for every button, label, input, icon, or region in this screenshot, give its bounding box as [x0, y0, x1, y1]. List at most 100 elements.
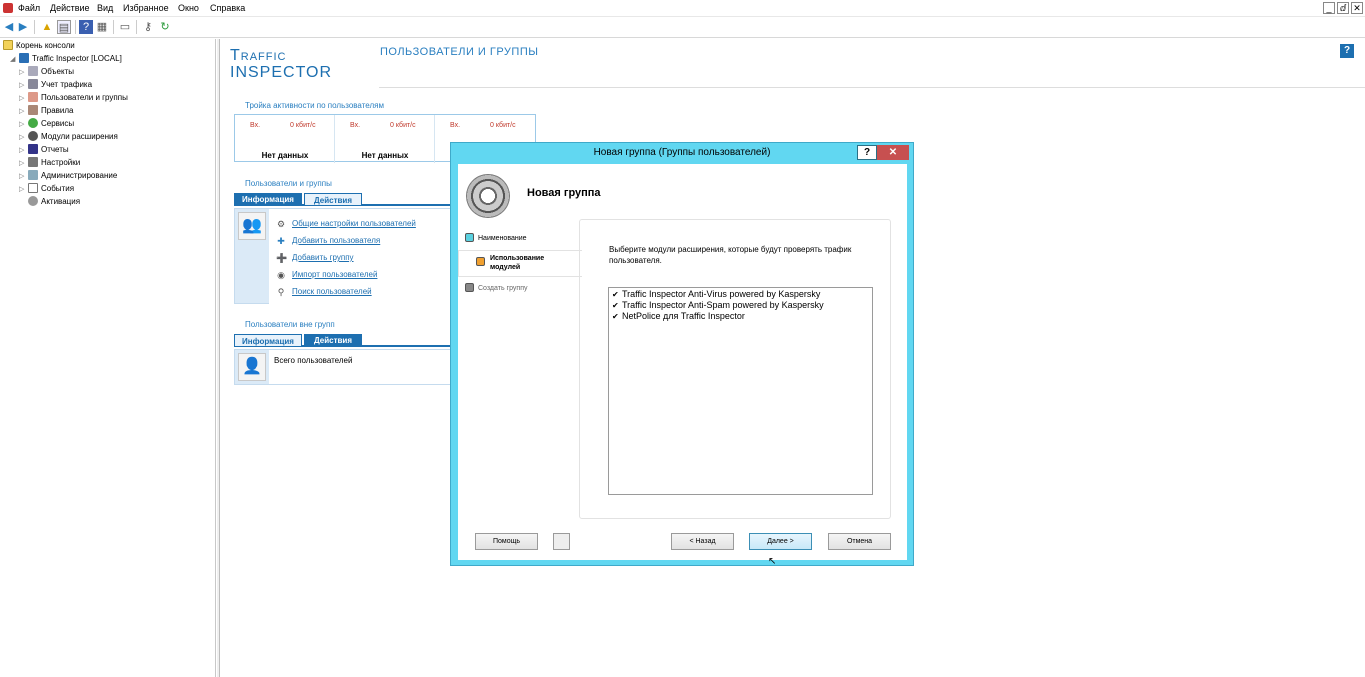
next-button[interactable]: Далее > [749, 533, 812, 550]
menu-file[interactable]: Файл [18, 3, 40, 13]
window-icon[interactable]: ▭ [118, 20, 132, 34]
refresh-icon[interactable]: ↻ [158, 20, 172, 34]
tree-item-settings[interactable]: ▷ Настройки [19, 157, 80, 169]
toolbar-separator [34, 20, 35, 34]
logo-line1: Traffic [230, 47, 287, 64]
expand-icon[interactable]: ▷ [19, 145, 28, 157]
tab-info[interactable]: Информация [234, 193, 302, 206]
add-group-icon: ➕ [276, 253, 288, 263]
add-user-icon: ✚ [277, 236, 285, 246]
step-modules: Использование модулей [458, 250, 582, 277]
properties-icon[interactable]: ▦ [95, 20, 109, 34]
services-icon [28, 118, 38, 128]
toolbar-separator [75, 20, 76, 34]
menu-view[interactable]: Вид [97, 3, 113, 13]
forward-arrow-icon[interactable]: ▶ [16, 20, 30, 34]
show-tree-icon[interactable]: ▤ [57, 20, 71, 34]
close-button[interactable]: ✕ [1351, 2, 1363, 14]
module-checkbox-item[interactable]: ✔ NetPolice для Traffic Inspector [612, 311, 745, 321]
action-general-settings[interactable]: Общие настройки пользователей [292, 219, 416, 228]
expand-icon[interactable]: ▷ [19, 119, 28, 131]
menu-help[interactable]: Справка [210, 3, 245, 13]
expand-icon[interactable]: ▷ [19, 106, 28, 118]
action-import-users[interactable]: Импорт пользователей [292, 270, 377, 279]
tree-item-rules[interactable]: ▷ Правила [19, 105, 73, 117]
expand-icon[interactable]: ▷ [19, 132, 28, 144]
header-divider [379, 87, 1365, 88]
expand-icon[interactable]: ▷ [19, 80, 28, 92]
tree-root[interactable]: Корень консоли [3, 40, 75, 52]
users-groups-tabs: Информация Действия [234, 193, 464, 206]
dialog-help-button[interactable]: ? [857, 145, 877, 160]
troika-cell: Вх. 0 кбит/с Нет данных [335, 115, 435, 163]
troika-title: Тройка активности по пользователям [245, 101, 384, 110]
tree-item-services[interactable]: ▷ Сервисы [19, 118, 74, 130]
checkmark-icon[interactable]: ✔ [612, 312, 620, 321]
back-arrow-icon[interactable]: ◀ [2, 20, 16, 34]
tree-item-reports[interactable]: ▷ Отчеты [19, 144, 69, 156]
expand-icon[interactable]: ▷ [19, 158, 28, 170]
admin-icon [28, 170, 38, 180]
tree-item-users[interactable]: ▷ Пользователи и группы [19, 92, 128, 104]
checkmark-icon[interactable]: ✔ [612, 301, 620, 310]
menu-window[interactable]: Окно [178, 3, 199, 13]
wizard-steps: Наименование Использование модулей Созда… [458, 228, 582, 528]
import-icon: ◉ [277, 270, 285, 280]
tree-server[interactable]: ◢ Traffic Inspector [LOCAL] [10, 53, 122, 65]
info-icon[interactable] [553, 533, 570, 550]
gear-icon [466, 174, 510, 218]
users-groups-title: Пользователи и группы [245, 179, 332, 188]
mouse-cursor-icon: ↖ [768, 556, 777, 567]
help-book-icon[interactable]: ? [79, 20, 93, 34]
tab-info[interactable]: Информация [234, 334, 302, 347]
activation-key-icon [28, 196, 38, 206]
dialog-title: Новая группа (Группы пользователей) [593, 147, 771, 158]
outside-groups-tabs: Информация Действия [234, 334, 464, 347]
modules-list[interactable]: ✔ Traffic Inspector Anti-Virus powered by… [608, 287, 873, 495]
objects-icon [28, 66, 38, 76]
expand-icon[interactable]: ▷ [19, 67, 28, 79]
step-naming: Наименование [465, 233, 527, 242]
tree-item-events[interactable]: ▷ События [19, 183, 74, 195]
tree-item-traffic[interactable]: ▷ Учет трафика [19, 79, 92, 91]
help-button[interactable]: Помощь [475, 533, 538, 550]
menu-favorites[interactable]: Избранное [123, 3, 169, 13]
tree-item-modules[interactable]: ▷ Модули расширения [19, 131, 118, 143]
search-icon: ⚲ [277, 287, 285, 297]
console-tree: Корень консоли ◢ Traffic Inspector [LOCAL… [0, 39, 216, 677]
action-search-users[interactable]: Поиск пользователей [292, 287, 372, 296]
troika-cell: Вх. 0 кбит/с Нет данных [235, 115, 335, 163]
step-indicator-icon [465, 283, 474, 292]
restore-button[interactable]: ⅆ [1337, 2, 1349, 14]
action-add-group[interactable]: Добавить группу [292, 253, 354, 262]
module-checkbox-item[interactable]: ✔ Traffic Inspector Anti-Spam powered by … [612, 300, 824, 310]
user-avatar-icon: 👤 [238, 353, 266, 381]
pane-splitter[interactable] [217, 39, 220, 677]
tab-actions[interactable]: Действия [304, 193, 362, 206]
action-add-user[interactable]: Добавить пользователя [292, 236, 380, 245]
menu-bar: Файл Действие Вид Избранное Окно Справка… [0, 0, 1365, 17]
expand-icon[interactable]: ▷ [19, 171, 28, 183]
menu-action[interactable]: Действие [50, 3, 90, 13]
key-icon[interactable]: ⚷ [141, 20, 155, 34]
dialog-close-button[interactable]: ✕ [877, 145, 909, 160]
tree-item-activation[interactable]: Активация [19, 196, 80, 208]
checkmark-icon[interactable]: ✔ [612, 290, 620, 299]
cancel-button[interactable]: Отмена [828, 533, 891, 550]
app-icon [3, 3, 13, 13]
expand-icon[interactable]: ▷ [19, 93, 28, 105]
step-create-group: Создать группу [465, 283, 528, 292]
minimize-button[interactable]: _ [1323, 2, 1335, 14]
step-indicator-icon [465, 233, 474, 242]
tree-item-objects[interactable]: ▷ Объекты [19, 66, 74, 78]
expand-down-icon[interactable]: ◢ [10, 54, 19, 66]
module-checkbox-item[interactable]: ✔ Traffic Inspector Anti-Virus powered by… [612, 289, 820, 299]
tab-actions[interactable]: Действия [304, 334, 362, 347]
users-groups-panel: 👥 ⚙ Общие настройки пользователей ✚ Доба… [234, 208, 464, 305]
dialog-heading: Новая группа [527, 187, 601, 199]
tree-item-admin[interactable]: ▷ Администрирование [19, 170, 117, 182]
help-button[interactable]: ? [1340, 44, 1354, 58]
expand-icon[interactable]: ▷ [19, 184, 28, 196]
back-button[interactable]: < Назад [671, 533, 734, 550]
up-folder-icon[interactable]: ▲ [40, 20, 54, 34]
